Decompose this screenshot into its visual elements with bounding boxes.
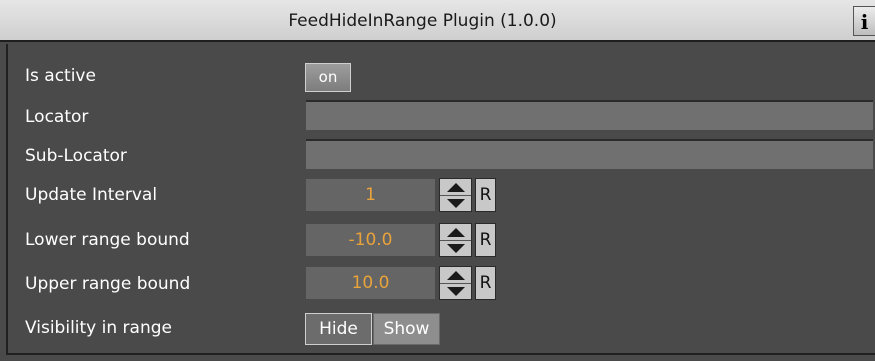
triangle-up-icon[interactable]: [440, 224, 471, 241]
info-button[interactable]: i: [853, 6, 875, 36]
lower-range-bound-label: Lower range bound: [25, 230, 190, 250]
title-bar: FeedHideInRange Plugin (1.0.0) i: [0, 0, 875, 42]
update-interval-label: Update Interval: [25, 185, 158, 205]
update-interval-reset-button[interactable]: R: [475, 178, 496, 212]
locator-field[interactable]: [306, 100, 873, 130]
update-interval-stepper[interactable]: [439, 178, 472, 212]
is-active-label: Is active: [25, 66, 96, 86]
locator-label: Locator: [25, 107, 89, 127]
visibility-in-range-label: Visibility in range: [25, 318, 172, 338]
visibility-hide-button[interactable]: Hide: [305, 313, 372, 345]
upper-range-bound-label: Upper range bound: [25, 274, 191, 294]
upper-range-bound-stepper[interactable]: [439, 266, 472, 300]
sub-locator-label: Sub-Locator: [25, 146, 127, 166]
upper-range-bound-field[interactable]: 10.0: [306, 267, 435, 299]
triangle-down-icon[interactable]: [440, 283, 471, 299]
lower-range-bound-stepper[interactable]: [439, 223, 472, 257]
lower-range-bound-field[interactable]: -10.0: [306, 224, 435, 256]
plugin-title: FeedHideInRange Plugin (1.0.0): [288, 11, 557, 31]
update-interval-field[interactable]: 1: [306, 179, 435, 211]
triangle-down-icon[interactable]: [440, 195, 471, 211]
is-active-toggle[interactable]: on: [305, 63, 351, 92]
sub-locator-field[interactable]: [306, 139, 873, 169]
lower-range-bound-reset-button[interactable]: R: [475, 223, 496, 257]
triangle-up-icon[interactable]: [440, 179, 471, 196]
triangle-up-icon[interactable]: [440, 267, 471, 284]
upper-range-bound-reset-button[interactable]: R: [475, 266, 496, 300]
visibility-show-button[interactable]: Show: [373, 313, 440, 345]
triangle-down-icon[interactable]: [440, 240, 471, 256]
